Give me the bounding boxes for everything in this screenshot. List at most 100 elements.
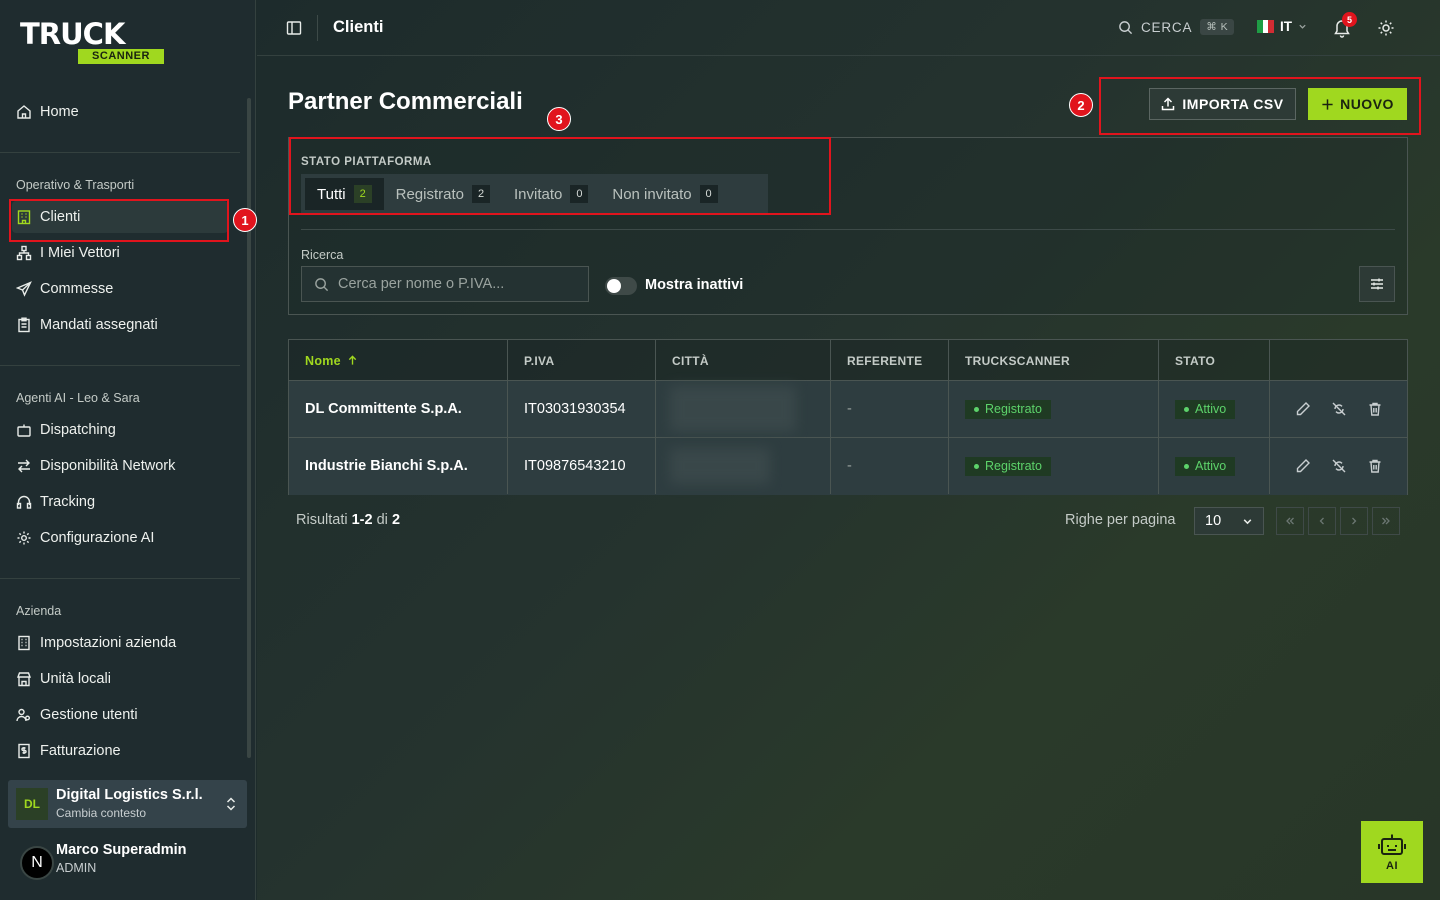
plus-icon [1322, 98, 1333, 110]
sidebar-item-unita[interactable]: Unità locali [16, 668, 111, 690]
sidebar-divider [0, 578, 240, 579]
search-label: CERCA [1141, 19, 1193, 35]
table-row[interactable]: DL Committente S.p.A. IT03031930354 - Re… [289, 381, 1407, 438]
import-csv-button[interactable]: IMPORTA CSV [1149, 88, 1296, 120]
sidebar-item-impostazioni[interactable]: Impostazioni azienda [16, 632, 176, 654]
sidebar-item-disponibilita[interactable]: Disponibilità Network [16, 455, 175, 477]
invoice-icon [18, 743, 30, 759]
truckscanner-logo[interactable]: TRUCK SCANNER [20, 20, 165, 66]
table-row[interactable]: Industrie Bianchi S.p.A. IT09876543210 -… [289, 438, 1407, 495]
sidebar-item-label: Configurazione AI [40, 530, 155, 546]
bot-icon [17, 424, 31, 437]
column-header-piva[interactable]: P.IVA [508, 340, 656, 381]
first-page-button[interactable] [1276, 507, 1304, 535]
sidebar-item-label: Dispatching [40, 422, 116, 438]
sidebar-item-label: Mandati assegnati [40, 317, 158, 333]
company-subtitle: Cambia contesto [56, 806, 147, 820]
italy-flag-icon [1257, 20, 1275, 33]
tab-non-invitato[interactable]: Non invitato 0 [600, 178, 729, 210]
company-switcher[interactable]: DL Digital Logistics S.r.l. Cambia conte… [8, 780, 247, 828]
gear-icon [17, 531, 31, 545]
edit-icon[interactable] [1295, 458, 1311, 474]
deactivate-icon[interactable] [1331, 401, 1347, 417]
row-actions [1295, 381, 1383, 437]
status-badge: Attivo [1175, 399, 1236, 419]
filter-divider [301, 229, 1395, 230]
show-inactive-toggle[interactable] [605, 277, 637, 295]
partners-table: Nome P.IVA CITTÀ REFERENTE TRUCKSCANNER … [288, 339, 1408, 495]
tab-count: 2 [353, 185, 372, 203]
platform-status-label: STATO PIATTAFORMA [301, 156, 432, 168]
prev-page-button[interactable] [1308, 507, 1336, 535]
last-page-button[interactable] [1372, 507, 1400, 535]
status-dot [974, 463, 979, 469]
language-selector[interactable]: IT [1257, 19, 1307, 34]
section-title-agenti: Agenti AI - Leo & Sara [16, 391, 140, 405]
tab-count: 0 [570, 185, 589, 203]
tab-label: Invitato [514, 185, 563, 203]
sidebar-divider [0, 365, 240, 366]
ai-button-label: AI [1386, 860, 1398, 872]
tab-registrato[interactable]: Registrato 2 [384, 178, 502, 210]
rows-per-page-select[interactable]: 10 [1194, 507, 1264, 535]
sidebar-item-clienti[interactable]: Clienti [16, 206, 80, 228]
sidebar-item-home[interactable]: Home [16, 101, 79, 123]
chevron-right-icon [1352, 517, 1357, 525]
search-icon [1119, 20, 1133, 34]
deactivate-icon[interactable] [1331, 458, 1347, 474]
logo-text: TRUCK [20, 17, 125, 51]
column-label: TRUCKSCANNER [965, 353, 1070, 368]
search-input[interactable]: Cerca per nome o P.IVA... [301, 266, 589, 302]
sidebar-item-utenti[interactable]: Gestione utenti [16, 704, 138, 726]
table-header: Nome P.IVA CITTÀ REFERENTE TRUCKSCANNER … [289, 340, 1407, 381]
tab-invitato[interactable]: Invitato 0 [502, 178, 600, 210]
column-header-citta[interactable]: CITTÀ [656, 340, 831, 381]
sidebar-item-mandati[interactable]: Mandati assegnati [16, 314, 158, 336]
tab-count: 2 [472, 185, 490, 203]
sidebar-scroll-thumb[interactable] [247, 98, 251, 758]
sidebar-item-config-ai[interactable]: Configurazione AI [16, 527, 154, 549]
sidebar-item-dispatching[interactable]: Dispatching [16, 419, 116, 441]
edit-icon[interactable] [1295, 401, 1311, 417]
column-header-referente[interactable]: REFERENTE [831, 340, 949, 381]
new-partner-button[interactable]: NUOVO [1308, 88, 1407, 120]
trash-icon[interactable] [1367, 458, 1383, 474]
cell-referente: - [831, 438, 949, 494]
column-header-truckscanner[interactable]: TRUCKSCANNER [949, 340, 1159, 381]
results-total: 2 [391, 512, 401, 528]
arrows-icon [18, 459, 30, 473]
sidebar-item-label: Tracking [40, 494, 96, 510]
annotation-badge-1: 1 [233, 208, 257, 232]
send-icon [16, 281, 32, 297]
cell-citta [656, 438, 831, 494]
sidebar-item-label: Home [40, 104, 79, 120]
sliders-icon [1371, 278, 1383, 290]
column-label: CITTÀ [672, 353, 709, 368]
sidebar-item-commesse[interactable]: Commesse [16, 278, 113, 300]
column-header-stato[interactable]: STATO [1159, 340, 1270, 381]
column-label: STATO [1175, 353, 1216, 368]
chevrons-right-icon [1382, 517, 1390, 525]
global-search-button[interactable]: CERCA ⌘ K [1118, 19, 1235, 35]
chevron-left-icon [1319, 517, 1324, 525]
network-icon [16, 245, 32, 261]
sidebar-toggle-icon[interactable] [286, 20, 302, 36]
cell-citta [656, 381, 831, 437]
tab-tutti[interactable]: Tutti 2 [305, 178, 384, 210]
results-of: di [376, 512, 388, 528]
next-page-button[interactable] [1340, 507, 1368, 535]
sidebar-item-fatturazione[interactable]: Fatturazione [16, 740, 121, 762]
results-prefix: Risultati [296, 512, 348, 528]
ai-assistant-button[interactable]: AI [1361, 821, 1423, 883]
sidebar-item-tracking[interactable]: Tracking [16, 491, 95, 513]
column-header-nome[interactable]: Nome [289, 340, 508, 381]
blurred-city [670, 448, 770, 484]
tab-label: Registrato [395, 185, 464, 203]
cell-nome: Industrie Bianchi S.p.A. [289, 438, 508, 494]
sidebar-item-vettori[interactable]: I Miei Vettori [16, 242, 120, 264]
column-settings-button[interactable] [1359, 266, 1395, 302]
sun-icon[interactable] [1377, 19, 1395, 37]
sidebar-scrollbar[interactable] [246, 90, 252, 770]
tab-label: Tutti [317, 185, 346, 203]
trash-icon[interactable] [1367, 401, 1383, 417]
